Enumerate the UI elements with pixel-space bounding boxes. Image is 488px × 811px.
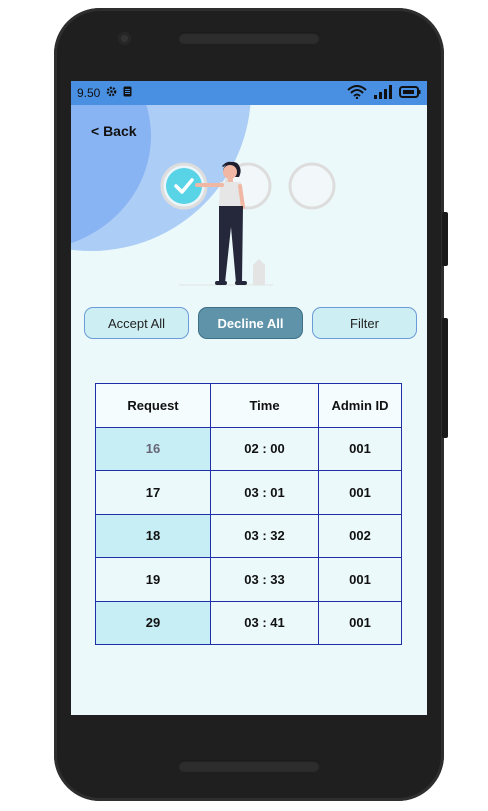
time-cell: 03 : 01 <box>210 470 319 515</box>
time-cell: 02 : 00 <box>210 426 319 471</box>
volume-button <box>442 318 448 438</box>
earpiece-speaker <box>178 32 320 44</box>
table-header-row: Request Time Admin ID <box>95 383 402 428</box>
status-bar: 9.50 <box>71 81 427 105</box>
app-screen: 9.50 < Back Accept All Decline All Filte… <box>71 81 427 715</box>
admin-id-cell: 001 <box>318 600 402 645</box>
table-row[interactable]: 18 03 : 32 002 <box>95 513 402 558</box>
column-header-time: Time <box>210 383 319 428</box>
request-cell: 18 <box>95 513 211 558</box>
front-camera <box>118 32 131 45</box>
admin-id-cell: 001 <box>318 426 402 471</box>
admin-id-cell: 001 <box>318 470 402 515</box>
request-cell: 17 <box>95 470 211 515</box>
action-buttons: Accept All Decline All Filter <box>84 307 418 339</box>
time-cell: 03 : 32 <box>210 513 319 558</box>
column-header-admin-id: Admin ID <box>318 383 402 428</box>
time-cell: 03 : 33 <box>210 557 319 602</box>
battery-saver-icon <box>123 86 132 100</box>
back-button[interactable]: < Back <box>91 123 137 139</box>
admin-id-cell: 002 <box>318 513 402 558</box>
wifi-icon <box>347 84 367 102</box>
decline-all-button[interactable]: Decline All <box>198 307 303 339</box>
table-row[interactable]: 29 03 : 41 001 <box>95 600 402 645</box>
status-time: 9.50 <box>77 86 101 100</box>
admin-id-cell: 001 <box>318 557 402 602</box>
signal-icon <box>374 84 392 102</box>
accept-all-button[interactable]: Accept All <box>84 307 189 339</box>
table-row[interactable]: 17 03 : 01 001 <box>95 470 402 515</box>
column-header-request: Request <box>95 383 211 428</box>
bottom-speaker <box>178 760 320 772</box>
request-cell: 16 <box>95 426 211 471</box>
request-cell: 19 <box>95 557 211 602</box>
requests-table: Request Time Admin ID 16 02 : 00 001 17 … <box>95 383 402 645</box>
table-row[interactable]: 16 02 : 00 001 <box>95 426 402 471</box>
gear-icon <box>106 86 117 100</box>
filter-button[interactable]: Filter <box>312 307 417 339</box>
progress-illustration <box>160 161 336 286</box>
battery-icon <box>399 85 421 101</box>
request-cell: 29 <box>95 600 211 645</box>
table-row[interactable]: 19 03 : 33 001 <box>95 557 402 602</box>
power-button <box>442 212 448 266</box>
time-cell: 03 : 41 <box>210 600 319 645</box>
